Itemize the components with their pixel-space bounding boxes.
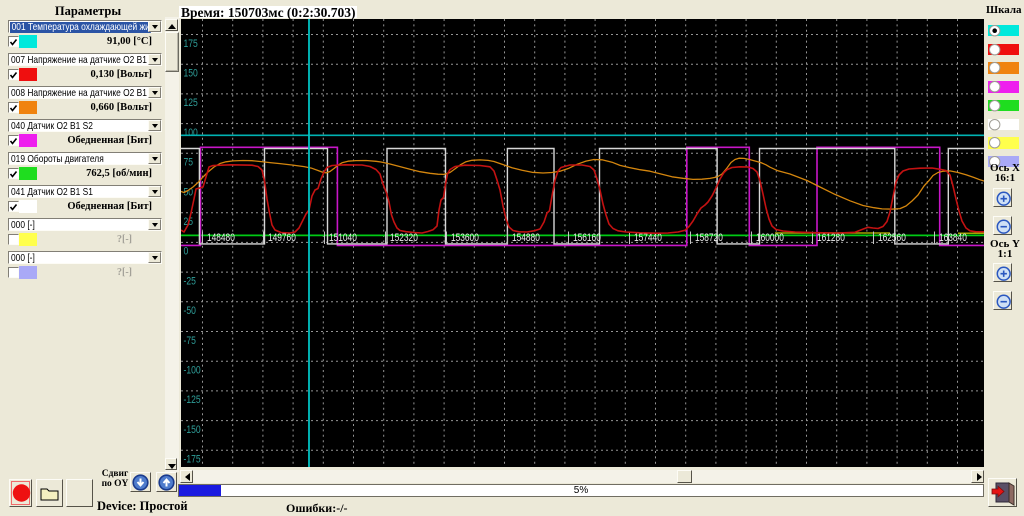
svg-text:163840: 163840 <box>939 232 967 244</box>
svg-text:-150: -150 <box>184 424 202 436</box>
svg-text:161280: 161280 <box>817 232 845 244</box>
svg-text:160000: 160000 <box>756 232 784 244</box>
svg-text:154880: 154880 <box>512 232 540 244</box>
svg-text:151040: 151040 <box>329 232 357 244</box>
svg-text:148480: 148480 <box>207 232 235 244</box>
svg-text:149760: 149760 <box>268 232 296 244</box>
svg-text:-125: -125 <box>184 394 202 406</box>
svg-text:156160: 156160 <box>573 232 601 244</box>
svg-text:-25: -25 <box>184 275 197 287</box>
svg-text:-50: -50 <box>184 305 197 317</box>
svg-text:75: 75 <box>184 157 194 169</box>
svg-text:150: 150 <box>184 68 199 80</box>
svg-text:0: 0 <box>184 246 189 258</box>
svg-text:162560: 162560 <box>878 232 906 244</box>
svg-text:100: 100 <box>184 127 199 139</box>
svg-text:-75: -75 <box>184 335 197 347</box>
svg-text:158720: 158720 <box>695 232 723 244</box>
svg-text:175: 175 <box>184 38 199 50</box>
svg-text:152320: 152320 <box>390 232 418 244</box>
svg-text:125: 125 <box>184 97 199 109</box>
svg-text:153600: 153600 <box>451 232 479 244</box>
svg-text:-175: -175 <box>184 454 202 466</box>
svg-text:-100: -100 <box>184 365 202 377</box>
